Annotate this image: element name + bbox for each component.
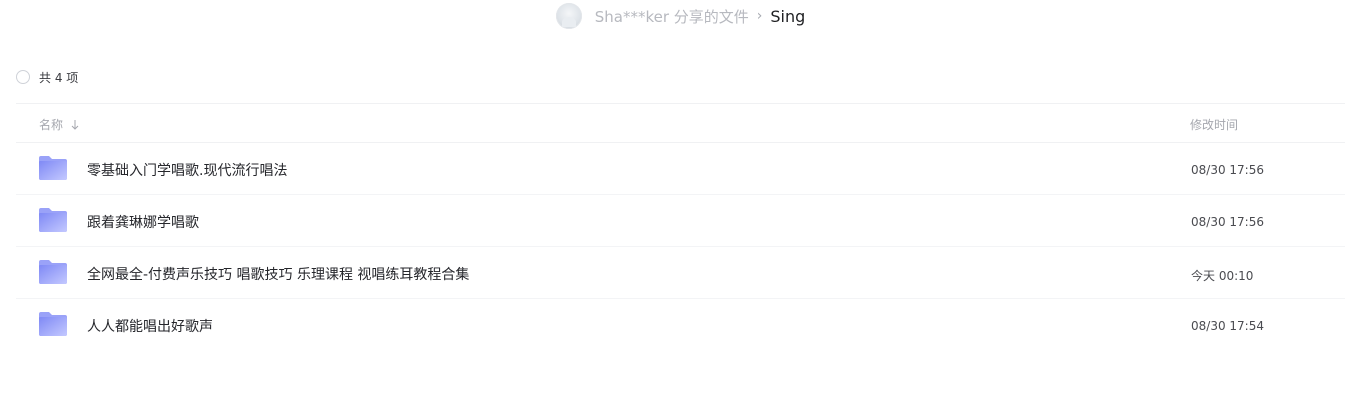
breadcrumb: Sha***ker 分享的文件 › Sing	[0, 0, 1345, 32]
file-list: 零基础入门学唱歌.现代流行唱法 08/30 17:56 跟着龚琳娜学唱歌 08/…	[16, 143, 1345, 351]
file-row[interactable]: 跟着龚琳娜学唱歌 08/30 17:56	[16, 195, 1345, 247]
avatar[interactable]	[555, 3, 582, 29]
folder-icon	[39, 312, 67, 336]
file-modified-time: 08/30 17:56	[1191, 215, 1264, 229]
breadcrumb-owner-link[interactable]: Sha***ker 分享的文件	[595, 6, 749, 27]
file-name[interactable]: 零基础入门学唱歌.现代流行唱法	[87, 160, 287, 180]
shared-file-page: Sha***ker 分享的文件 › Sing 共 4 项 名称 修改时间 零基础…	[0, 0, 1345, 402]
file-modified-time: 08/30 17:54	[1191, 319, 1264, 333]
folder-icon	[39, 260, 67, 284]
file-row[interactable]: 全网最全-付费声乐技巧 唱歌技巧 乐理课程 视唱练耳教程合集 今天 00:10	[16, 247, 1345, 299]
folder-icon	[39, 208, 67, 232]
list-toolbar: 共 4 项	[16, 68, 78, 86]
item-count: 共 4 项	[39, 70, 79, 85]
file-name[interactable]: 人人都能唱出好歌声	[87, 316, 213, 336]
file-row[interactable]: 人人都能唱出好歌声 08/30 17:54	[16, 299, 1345, 351]
file-name[interactable]: 全网最全-付费声乐技巧 唱歌技巧 乐理课程 视唱练耳教程合集	[87, 264, 469, 284]
file-modified-time: 08/30 17:56	[1191, 163, 1264, 177]
sort-arrow-down-icon	[71, 119, 79, 130]
file-row[interactable]: 零基础入门学唱歌.现代流行唱法 08/30 17:56	[16, 143, 1345, 195]
sort-by-name-button[interactable]: 名称	[39, 116, 79, 133]
column-name-label: 名称	[39, 118, 64, 132]
select-all-checkbox[interactable]	[16, 70, 30, 84]
file-name[interactable]: 跟着龚琳娜学唱歌	[87, 212, 199, 232]
column-header: 名称 修改时间	[16, 104, 1345, 142]
file-modified-time: 今天 00:10	[1191, 269, 1254, 283]
folder-icon	[39, 156, 67, 180]
breadcrumb-current-folder: Sing	[770, 6, 806, 26]
column-modified-label[interactable]: 修改时间	[1190, 116, 1238, 133]
breadcrumb-separator-icon: ›	[756, 8, 763, 24]
